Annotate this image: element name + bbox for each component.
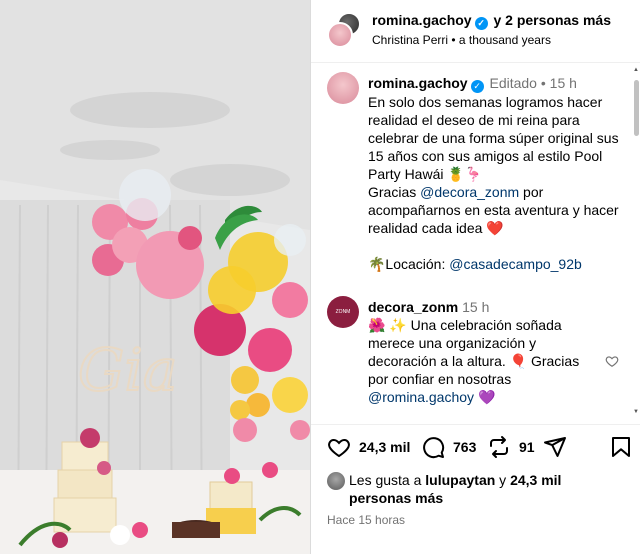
share-button[interactable] — [543, 435, 567, 459]
post-timestamp[interactable]: Hace 15 horas — [327, 513, 405, 527]
scroll-thumb[interactable] — [634, 80, 639, 136]
comment-button[interactable]: 763 — [421, 435, 476, 459]
avatar — [327, 472, 345, 490]
verified-badge-icon: ✓ — [474, 17, 488, 30]
repost-count: 91 — [519, 439, 535, 455]
like-count: 24,3 mil — [359, 439, 411, 455]
caption-status: Editado — [489, 75, 537, 91]
location-link[interactable]: @casadecampo_92b — [449, 256, 582, 272]
comment-bubble-icon — [423, 437, 445, 459]
mention-link[interactable]: @romina.gachoy — [368, 389, 474, 405]
party-decoration-image: Gia — [0, 0, 310, 554]
caption-separator: • — [540, 75, 546, 91]
send-paper-plane-icon — [544, 437, 566, 457]
author-username[interactable]: romina.gachoy — [372, 12, 472, 28]
caption-text: En solo dos semanas logramos hacer reali… — [368, 94, 619, 182]
comment-username[interactable]: decora_zonm — [368, 299, 458, 315]
post-photo[interactable]: Gia — [0, 0, 310, 554]
repost-button[interactable]: 91 — [487, 435, 535, 459]
mention-link[interactable]: @decora_zonm — [420, 184, 519, 200]
caption-thanks: Gracias — [368, 184, 421, 200]
location-label: 🌴Locación: — [368, 256, 450, 272]
post-header: romina.gachoy ✓ y 2 personas más Christin… — [311, 0, 640, 63]
bookmark-icon — [612, 437, 630, 457]
heart-icon — [328, 438, 350, 458]
avatar[interactable] — [327, 72, 359, 104]
collab-avatars[interactable] — [327, 12, 361, 48]
like-button[interactable]: 24,3 mil — [327, 435, 410, 459]
post-actions: 24,3 mil 763 91 Les gusta a lulupaytan y… — [311, 424, 640, 554]
scrollbar[interactable]: ▲ ▼ — [632, 64, 640, 424]
avatar — [327, 22, 353, 48]
post-details-panel: romina.gachoy ✓ y 2 personas más Christin… — [310, 0, 640, 554]
verified-badge-icon: ✓ — [470, 80, 484, 93]
liker-username[interactable]: lulupaytan — [425, 472, 495, 488]
likes-prefix: Les gusta a — [349, 472, 426, 488]
collab-more-link[interactable]: y 2 personas más — [493, 12, 611, 28]
comment-like-heart-icon[interactable] — [605, 354, 619, 368]
save-button[interactable] — [609, 435, 633, 459]
comment-end-emoji: 💜 — [477, 389, 496, 405]
likes-middle: y — [495, 472, 511, 488]
audio-track-link[interactable]: Christina Perri • a thousand years — [372, 33, 551, 47]
gia-sign: Gia — [78, 336, 177, 404]
avatar[interactable]: ZONM — [327, 296, 359, 328]
repost-icon — [490, 436, 508, 458]
comment-text: 🌺 ✨ Una celebración soñada merece una or… — [368, 317, 580, 387]
caption-time: 15 h — [549, 75, 577, 91]
scroll-down-arrow-icon[interactable]: ▼ — [632, 408, 640, 416]
caption-username[interactable]: romina.gachoy — [368, 75, 468, 91]
comment-count: 763 — [453, 439, 477, 455]
post-authors: romina.gachoy ✓ y 2 personas más — [372, 12, 611, 30]
scroll-up-arrow-icon[interactable]: ▲ — [632, 66, 640, 74]
comment-time: 15 h — [462, 299, 490, 315]
comments-scroll-area[interactable]: romina.gachoy ✓ Editado • 15 h En solo do… — [311, 64, 633, 424]
